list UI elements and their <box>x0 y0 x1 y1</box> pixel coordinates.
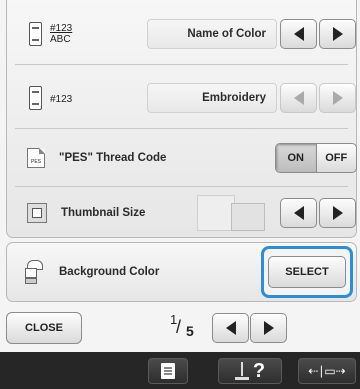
help-question-mark: ? <box>252 359 266 382</box>
arrow-left-icon <box>293 27 304 41</box>
thread-number-next-button[interactable] <box>319 83 356 113</box>
thread-number-prev-button[interactable] <box>280 83 317 113</box>
thumbnail-size-prev-button[interactable] <box>280 198 317 228</box>
thread-display-next-button[interactable] <box>319 19 356 49</box>
page-prev-button[interactable] <box>212 313 249 343</box>
arrow-left-icon <box>293 91 304 105</box>
page-total: 5 <box>186 323 194 339</box>
toggle-off-option[interactable]: OFF <box>317 144 357 172</box>
thread-display-value: Name of Color <box>147 19 277 49</box>
divider <box>15 64 348 65</box>
thumbnail-small-preview <box>231 203 265 231</box>
divider <box>15 128 348 129</box>
thumbnail-size-next-button[interactable] <box>319 198 356 228</box>
thread-number-code: #123 <box>50 93 73 105</box>
document-icon <box>161 363 175 379</box>
thread-display-prev-button[interactable] <box>280 19 317 49</box>
thread-number-value: Embroidery <box>147 83 277 113</box>
thread-code-top: #123 <box>50 23 73 34</box>
pes-thread-code-label: "PES" Thread Code <box>59 152 167 164</box>
settings-screen: #123 ABC Name of Color #123 Embroidery P… <box>0 0 360 389</box>
thumbnail-large-preview <box>197 195 235 231</box>
presser-foot-icon: ⇠∣▭⇢ <box>308 364 346 378</box>
presser-foot-button[interactable]: ⇠∣▭⇢ <box>298 358 356 384</box>
thread-spool-icon <box>29 22 42 46</box>
background-color-label: Background Color <box>59 266 160 278</box>
thumbnail-icon <box>27 203 47 223</box>
arrow-right-icon <box>332 27 343 41</box>
thread-code-display: #123 ABC <box>50 23 72 45</box>
pes-thread-code-row: PES "PES" Thread Code ON OFF <box>7 140 357 176</box>
toggle-on-option[interactable]: ON <box>276 144 317 172</box>
thread-code-bottom: ABC <box>50 34 71 45</box>
needle-icon <box>234 362 249 380</box>
background-color-icon <box>25 260 47 284</box>
page-next-button[interactable] <box>250 313 287 343</box>
settings-panel-top: #123 ABC Name of Color #123 Embroidery P… <box>6 0 357 238</box>
pes-thread-code-toggle[interactable]: ON OFF <box>275 143 357 173</box>
page-slash: / <box>176 317 182 337</box>
arrow-right-icon <box>263 321 274 335</box>
close-button[interactable]: CLOSE <box>6 312 82 344</box>
background-color-select-highlight: SELECT <box>261 246 353 298</box>
bottom-taskbar: ? ⇠∣▭⇢ <box>0 352 360 389</box>
arrow-left-icon <box>293 206 304 220</box>
pes-file-icon: PES <box>27 148 45 168</box>
arrow-left-icon <box>225 321 236 335</box>
background-color-panel: Background Color SELECT <box>6 242 357 302</box>
background-color-select-button[interactable]: SELECT <box>268 256 346 288</box>
help-button[interactable]: ? <box>218 358 282 384</box>
document-button[interactable] <box>148 358 188 384</box>
thumbnail-size-label: Thumbnail Size <box>61 207 146 219</box>
arrow-right-icon <box>332 91 343 105</box>
arrow-right-icon <box>332 206 343 220</box>
thread-number-row: #123 Embroidery <box>7 78 356 118</box>
thread-display-row: #123 ABC Name of Color <box>7 14 356 54</box>
page-indicator: 1 / 5 <box>168 312 208 342</box>
thread-spool-icon <box>29 86 42 110</box>
divider <box>15 186 348 187</box>
thumbnail-size-row: Thumbnail Size <box>7 192 356 234</box>
